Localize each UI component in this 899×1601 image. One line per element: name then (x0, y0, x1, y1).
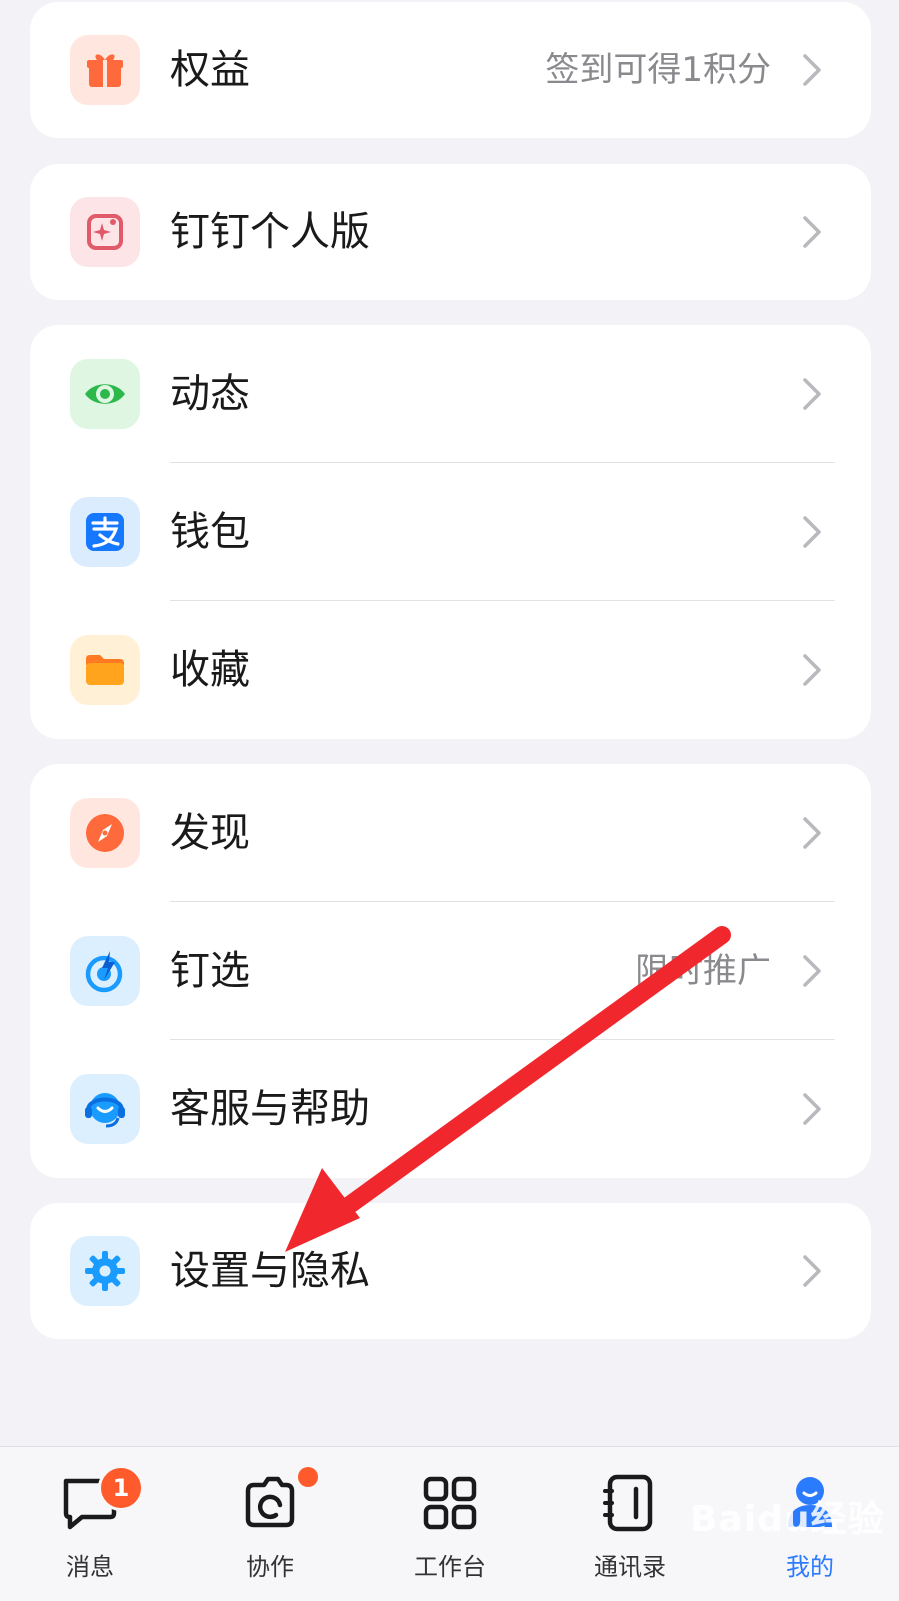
menu-item-dingxuan[interactable]: 钉选 限时推广 (30, 902, 871, 1040)
card-discover: 发现 钉选 限时推广 客服与帮助 (30, 764, 871, 1178)
chevron-right-icon (803, 654, 821, 686)
chevron-right-icon (803, 817, 821, 849)
notification-dot (298, 1467, 318, 1487)
gear-icon (70, 1236, 140, 1306)
tab-label: 工作台 (414, 1553, 486, 1581)
folder-icon (70, 635, 140, 705)
tab-label: 通讯录 (594, 1553, 666, 1581)
menu-item-subtext: 限时推广 (635, 951, 771, 991)
chevron-right-icon (803, 216, 821, 248)
tab-workbench[interactable]: 工作台 (360, 1447, 540, 1601)
chevron-right-icon (803, 1093, 821, 1125)
menu-item-subtext: 签到可得1积分 (545, 50, 771, 90)
menu-item-label: 发现 (170, 810, 250, 856)
menu-item-label: 权益 (170, 47, 250, 93)
chevron-right-icon (803, 955, 821, 987)
chevron-right-icon (803, 1255, 821, 1287)
menu-item-customer-service[interactable]: 客服与帮助 (30, 1040, 871, 1178)
menu-item-label: 动态 (170, 371, 250, 417)
watermark: Baidu经验 (690, 1499, 885, 1540)
card-main: 动态 钱包 收藏 (30, 325, 871, 739)
collab-icon (245, 1476, 295, 1528)
menu-item-benefits[interactable]: 权益 签到可得1积分 (30, 2, 871, 138)
menu-item-label: 设置与隐私 (170, 1248, 370, 1294)
gift-icon (70, 35, 140, 105)
menu-item-label: 收藏 (170, 647, 250, 693)
menu-item-settings-privacy[interactable]: 设置与隐私 (30, 1203, 871, 1339)
menu-item-wallet[interactable]: 钱包 (30, 463, 871, 601)
tab-label: 我的 (786, 1553, 834, 1581)
menu-item-moments[interactable]: 动态 (30, 325, 871, 463)
card-benefits: 权益 签到可得1积分 (30, 2, 871, 138)
menu-item-label: 钉选 (170, 948, 250, 994)
headset-icon (70, 1074, 140, 1144)
chevron-right-icon (803, 516, 821, 548)
tab-collaboration[interactable]: 协作 (180, 1447, 360, 1601)
card-personal: 钉钉个人版 (30, 164, 871, 300)
chevron-right-icon (803, 378, 821, 410)
eye-icon (70, 359, 140, 429)
menu-item-dingtalk-personal[interactable]: 钉钉个人版 (30, 164, 871, 300)
card-settings: 设置与隐私 (30, 1203, 871, 1339)
chevron-right-icon (803, 54, 821, 86)
alipay-icon (70, 497, 140, 567)
menu-item-label: 钉钉个人版 (170, 209, 370, 255)
unread-badge: 1 (98, 1465, 144, 1511)
contacts-icon (603, 1474, 653, 1532)
sparkle-card-icon (70, 197, 140, 267)
target-bolt-icon (70, 936, 140, 1006)
tab-label: 消息 (66, 1553, 114, 1581)
grid-icon (423, 1476, 477, 1530)
compass-icon (70, 798, 140, 868)
menu-item-label: 钱包 (170, 509, 250, 555)
tab-messages[interactable]: 1 消息 (0, 1447, 180, 1601)
menu-item-label: 客服与帮助 (170, 1086, 370, 1132)
menu-item-favorites[interactable]: 收藏 (30, 601, 871, 739)
menu-item-discover[interactable]: 发现 (30, 764, 871, 902)
tab-label: 协作 (246, 1553, 294, 1581)
